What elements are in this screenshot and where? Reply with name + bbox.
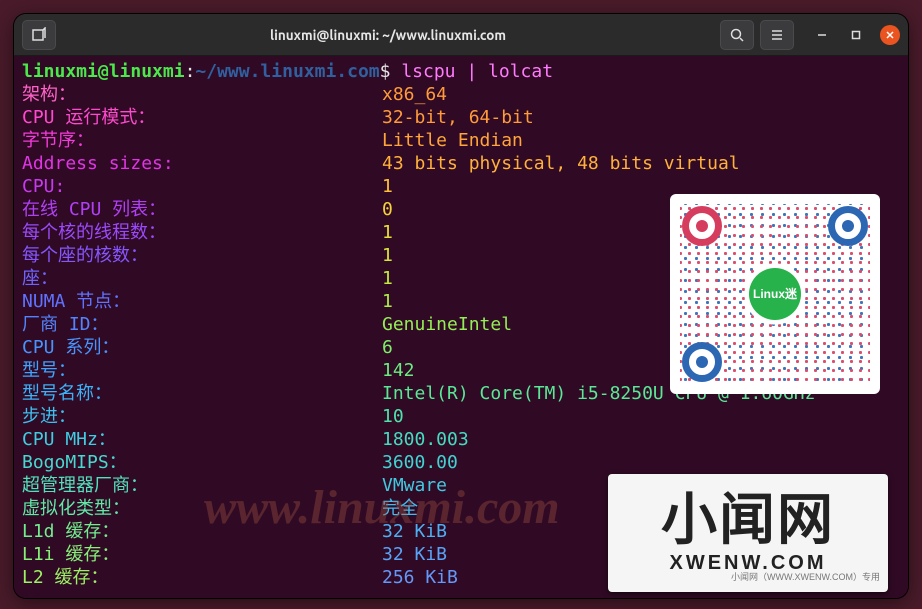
field-label: Address sizes:	[22, 152, 382, 175]
field-value: 完全	[382, 497, 418, 520]
terminal-window: linuxmi@linuxmi: ~/www.linuxmi.com linux…	[14, 14, 908, 598]
qr-logo: Linux迷	[749, 268, 801, 320]
qr-finder-icon	[682, 206, 722, 246]
qr-finder-icon	[828, 206, 868, 246]
field-value: 1	[382, 267, 393, 290]
titlebar: linuxmi@linuxmi: ~/www.linuxmi.com	[14, 14, 908, 56]
maximize-button[interactable]	[846, 25, 866, 45]
output-row: BogoMIPS：3600.00	[22, 451, 900, 474]
badge-title: 小闻网	[661, 492, 835, 548]
hamburger-icon	[769, 27, 785, 43]
field-value: Little Endian	[382, 129, 523, 152]
field-value: x86_64	[382, 83, 447, 106]
field-value: 1800.003	[382, 428, 469, 451]
output-row: CPU MHz：1800.003	[22, 428, 900, 451]
site-badge: 小闻网 XWENW.COM 小闻网（WWW.XWENW.COM）专用	[608, 474, 888, 592]
field-label: 座：	[22, 267, 382, 290]
close-button[interactable]	[880, 25, 900, 45]
field-label: 每个座的核数：	[22, 244, 382, 267]
field-label: CPU 系列：	[22, 336, 382, 359]
menu-button[interactable]	[760, 20, 794, 50]
field-value: GenuineIntel	[382, 313, 512, 336]
search-icon	[729, 27, 745, 43]
field-label: CPU MHz：	[22, 428, 382, 451]
field-label: 每个核的线程数：	[22, 221, 382, 244]
field-label: 在线 CPU 列表：	[22, 198, 382, 221]
qr-overlay: Linux迷	[670, 194, 880, 394]
minimize-icon	[817, 30, 827, 40]
command-text: lscpu | lolcat	[401, 61, 553, 82]
field-label: 厂商 ID：	[22, 313, 382, 336]
field-value: VMware	[382, 474, 447, 497]
qr-finder-icon	[682, 342, 722, 382]
prompt-line: linuxmi@linuxmi:~/www.linuxmi.com$ lscpu…	[22, 60, 900, 83]
field-label: L1d 缓存：	[22, 520, 382, 543]
field-value: 1	[382, 175, 393, 198]
field-value: 3600.00	[382, 451, 458, 474]
output-row: 步进：10	[22, 405, 900, 428]
field-label: BogoMIPS：	[22, 451, 382, 474]
field-label: 步进：	[22, 405, 382, 428]
field-value: 1	[382, 290, 393, 313]
field-value: 142	[382, 359, 415, 382]
prompt-userhost: linuxmi@linuxmi	[22, 61, 185, 82]
terminal-body[interactable]: linuxmi@linuxmi:~/www.linuxmi.com$ lscpu…	[14, 56, 908, 598]
output-row: Address sizes:43 bits physical, 48 bits …	[22, 152, 900, 175]
field-label: L1i 缓存：	[22, 543, 382, 566]
field-label: 虚拟化类型：	[22, 497, 382, 520]
field-label: CPU:	[22, 175, 382, 198]
field-label: 型号：	[22, 359, 382, 382]
window-title: linuxmi@linuxmi: ~/www.linuxmi.com	[270, 27, 506, 43]
field-value: 32-bit, 64-bit	[382, 106, 534, 129]
prompt-symbol: $	[380, 61, 402, 82]
field-label: CPU 运行模式：	[22, 106, 382, 129]
minimize-button[interactable]	[812, 25, 832, 45]
close-icon	[885, 30, 895, 40]
field-value: 32 KiB	[382, 543, 447, 566]
output-row: 字节序：Little Endian	[22, 129, 900, 152]
maximize-icon	[851, 30, 861, 40]
field-value: 6	[382, 336, 393, 359]
field-value: 1	[382, 221, 393, 244]
field-value: 43 bits physical, 48 bits virtual	[382, 152, 740, 175]
output-row: CPU 运行模式：32-bit, 64-bit	[22, 106, 900, 129]
field-label: L2 缓存：	[22, 566, 382, 589]
field-label: 架构：	[22, 83, 382, 106]
field-value: 1	[382, 244, 393, 267]
field-label: 型号名称：	[22, 382, 382, 405]
new-tab-icon	[31, 27, 47, 43]
field-value: 32 KiB	[382, 520, 447, 543]
window-controls	[812, 25, 900, 45]
field-label: NUMA 节点：	[22, 290, 382, 313]
field-label: 字节序：	[22, 129, 382, 152]
field-value: 256 KiB	[382, 566, 458, 589]
field-value: 10	[382, 405, 404, 428]
field-value: 0	[382, 198, 393, 221]
badge-footer: 小闻网（WWW.XWENW.COM）专用	[731, 566, 880, 589]
prompt-path: ~/www.linuxmi.com	[195, 61, 379, 82]
search-button[interactable]	[720, 20, 754, 50]
new-tab-button[interactable]	[22, 20, 56, 50]
field-label: 超管理器厂商：	[22, 474, 382, 497]
output-row: 架构：x86_64	[22, 83, 900, 106]
